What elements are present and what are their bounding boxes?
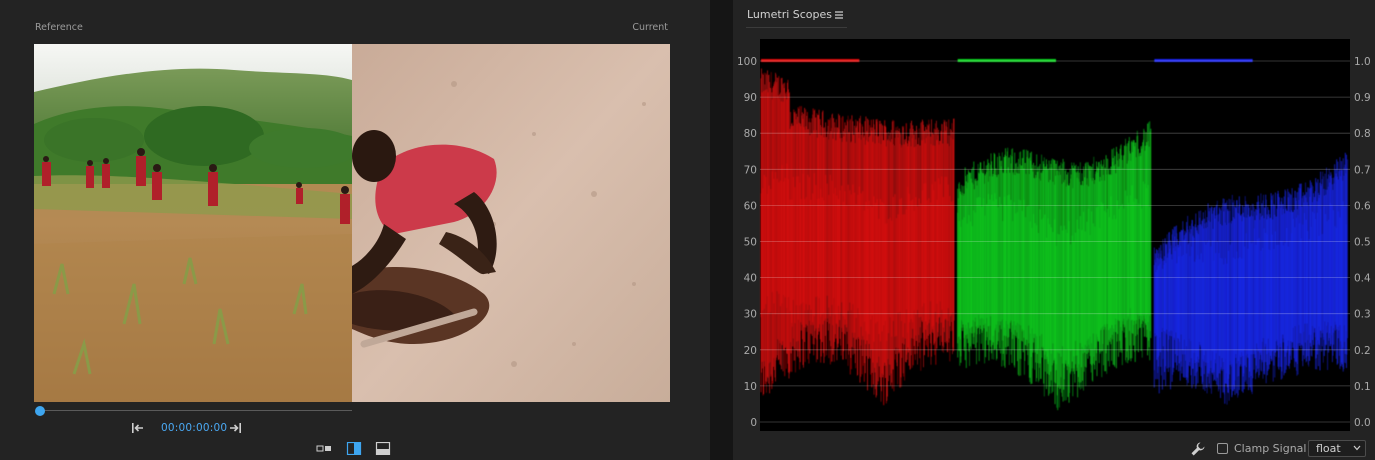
right-axis-label: 0.4 <box>1354 273 1371 285</box>
left-axis-label: 10 <box>744 381 757 393</box>
bit-depth-value: float <box>1316 442 1341 455</box>
comparison-viewer[interactable] <box>34 44 670 402</box>
right-axis-label: 1.0 <box>1354 56 1371 68</box>
video-frame-image <box>34 44 670 402</box>
left-axis-label: 40 <box>744 273 757 285</box>
left-axis-label: 30 <box>744 309 757 321</box>
left-axis-label: 90 <box>744 92 757 104</box>
reference-frame <box>34 44 359 402</box>
right-axis-label: 0.1 <box>1354 381 1371 393</box>
right-axis-label: 0.7 <box>1354 164 1371 176</box>
comparison-view-panel: Reference Current 00:00:00:00 <box>0 0 710 460</box>
right-axis-label: 0.6 <box>1354 200 1371 212</box>
playhead-track[interactable] <box>40 410 352 411</box>
lumetri-scopes-panel: Lumetri Scopes 100 90 80 70 60 50 40 30 20 10 0 1.… <box>733 0 1375 460</box>
transport-controls: 00:00:00:00 <box>0 420 710 438</box>
horizontal-split-icon[interactable] <box>375 442 391 455</box>
left-axis-label: 20 <box>744 345 757 357</box>
right-axis-label: 0.3 <box>1354 309 1371 321</box>
left-axis-label: 80 <box>744 128 757 140</box>
timecode-display[interactable]: 00:00:00:00 <box>161 422 227 434</box>
right-axis-label: 0.0 <box>1354 417 1371 429</box>
step-back-icon[interactable] <box>130 420 146 436</box>
reference-label: Reference <box>35 22 83 33</box>
vertical-split-icon[interactable] <box>346 442 362 455</box>
scope-footer: Clamp Signal float <box>733 436 1375 460</box>
step-forward-icon[interactable] <box>227 420 243 436</box>
bit-depth-select[interactable]: float <box>1308 440 1366 457</box>
clamp-signal-checkbox[interactable] <box>1217 443 1228 454</box>
current-label: Current <box>632 22 668 33</box>
right-axis-label: 0.9 <box>1354 92 1371 104</box>
left-axis-label: 100 <box>737 56 757 68</box>
right-axis-label: 0.8 <box>1354 128 1371 140</box>
wrench-icon[interactable] <box>1190 441 1206 457</box>
hamburger-menu-icon[interactable] <box>834 10 844 20</box>
left-axis-label: 50 <box>744 237 757 249</box>
right-axis-label: 0.5 <box>1354 237 1371 249</box>
clamp-signal-label: Clamp Signal <box>1234 442 1307 455</box>
playhead-handle[interactable] <box>35 406 45 416</box>
left-axis-label: 0 <box>750 417 757 429</box>
panel-title[interactable]: Lumetri Scopes <box>747 8 832 21</box>
chevron-down-icon <box>1353 445 1361 451</box>
tab-underline <box>746 27 847 28</box>
rgb-parade-scope: 100 90 80 70 60 50 40 30 20 10 0 1.0 0.9 0.8 0.7 0.6 0.… <box>733 30 1375 435</box>
rgb-parade-svg: 1009080706050403020100 1.00.90.80.70.60.… <box>737 39 1371 431</box>
side-by-side-icon[interactable] <box>316 442 332 455</box>
left-axis-label: 70 <box>744 164 757 176</box>
left-axis-label: 60 <box>744 200 757 212</box>
right-axis-label: 0.2 <box>1354 345 1371 357</box>
current-frame <box>352 44 670 402</box>
